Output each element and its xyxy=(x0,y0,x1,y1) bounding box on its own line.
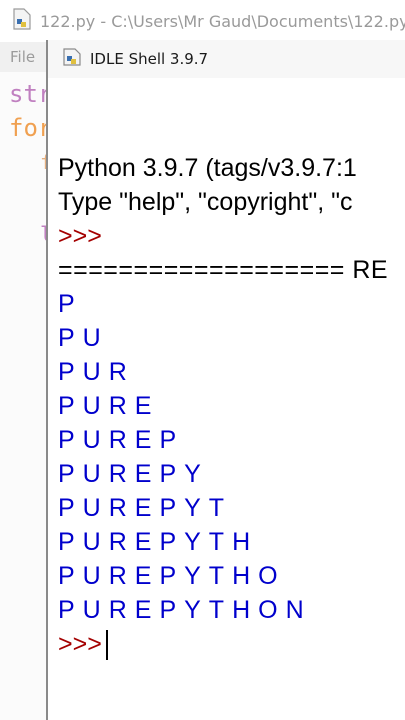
editor-titlebar[interactable]: 122.py - C:\Users\Mr Gaud\Documents\122.… xyxy=(0,0,405,42)
banner-line: Python 3.9.7 (tags/v3.9.7:1 xyxy=(58,154,357,182)
output-line: PUREPYTHON xyxy=(58,596,312,624)
shell-window: IDLE Shell 3.9.7 Python 3.9.7 (tags/v3.9… xyxy=(46,40,405,720)
shell-title: IDLE Shell 3.9.7 xyxy=(90,50,209,68)
output-line: P xyxy=(58,290,83,318)
output-line: PU xyxy=(58,324,109,352)
shell-output[interactable]: Python 3.9.7 (tags/v3.9.7:1 Type "help",… xyxy=(58,148,405,708)
final-prompt: >>> xyxy=(58,630,102,658)
output-line: PUR xyxy=(58,358,135,386)
output-line: PUREP xyxy=(58,426,185,454)
output-line: PUREPY xyxy=(58,460,209,488)
shell-toolbar-area xyxy=(48,78,405,150)
output-line: PUREPYT xyxy=(58,494,233,522)
banner-line: Type "help", "copyright", "c xyxy=(58,188,353,216)
text-cursor xyxy=(105,630,108,661)
menu-file[interactable]: File xyxy=(10,48,35,66)
shell-titlebar[interactable]: IDLE Shell 3.9.7 xyxy=(48,40,405,78)
restart-line: =================== RE xyxy=(58,256,389,284)
prompt: >>> xyxy=(58,222,102,250)
editor-title: 122.py - C:\Users\Mr Gaud\Documents\122.… xyxy=(40,11,405,31)
output-line: PUREPYTH xyxy=(58,528,259,556)
final-prompt-line[interactable]: >>> xyxy=(58,630,108,661)
python-file-icon xyxy=(12,8,32,34)
output-line: PUREPYTHO xyxy=(58,562,286,590)
output-line: PURE xyxy=(58,392,160,420)
python-shell-icon xyxy=(62,47,82,71)
